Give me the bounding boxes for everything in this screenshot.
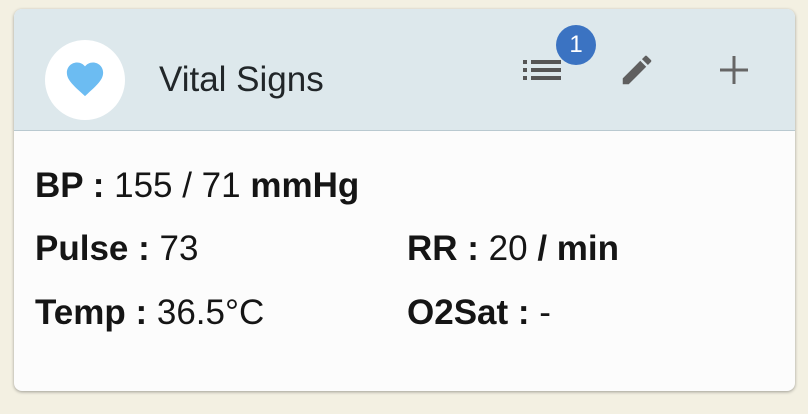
temp-value: 36.5°C	[156, 293, 265, 332]
bp-separator: :	[83, 166, 115, 205]
pulse-value: 73	[159, 229, 199, 268]
rr-value: 20	[488, 229, 528, 268]
rr-unit: / min	[537, 229, 620, 268]
card-title: Vital Signs	[159, 60, 324, 99]
pulse-label: Pulse	[35, 229, 129, 268]
bp-label: BP	[35, 166, 83, 205]
vital-signs-card: Vital Signs 1 BP: 155 / 71 mmHg Pulse:…	[14, 9, 795, 391]
bp-value: 155 / 71	[114, 166, 241, 205]
bp-row: BP : 155 / 71 mmHg	[35, 165, 359, 207]
bp-unit: mmHg	[250, 166, 360, 205]
rr-separator: :	[457, 229, 489, 268]
notification-badge: 1	[556, 25, 596, 65]
pulse-separator: :	[128, 229, 160, 268]
heart-icon	[64, 59, 106, 102]
list-icon	[523, 58, 561, 87]
edit-button[interactable]	[609, 44, 665, 100]
pulse-row: Pulse : 73	[35, 228, 198, 270]
card-header: Vital Signs 1	[14, 9, 795, 131]
temp-separator: :	[125, 293, 157, 332]
o2sat-label: O2Sat	[407, 293, 509, 332]
o2sat-row: O2Sat : -	[407, 292, 551, 334]
o2sat-value: -	[539, 293, 551, 332]
rr-row: RR : 20 / min	[407, 228, 619, 270]
temp-label: Temp	[35, 293, 126, 332]
temp-row: Temp : 36.5°C	[35, 292, 264, 334]
avatar	[45, 40, 125, 120]
add-button[interactable]	[706, 44, 762, 100]
o2sat-separator: :	[508, 293, 540, 332]
rr-label: RR	[407, 229, 458, 268]
plus-icon	[719, 55, 749, 90]
pencil-icon	[618, 51, 656, 94]
